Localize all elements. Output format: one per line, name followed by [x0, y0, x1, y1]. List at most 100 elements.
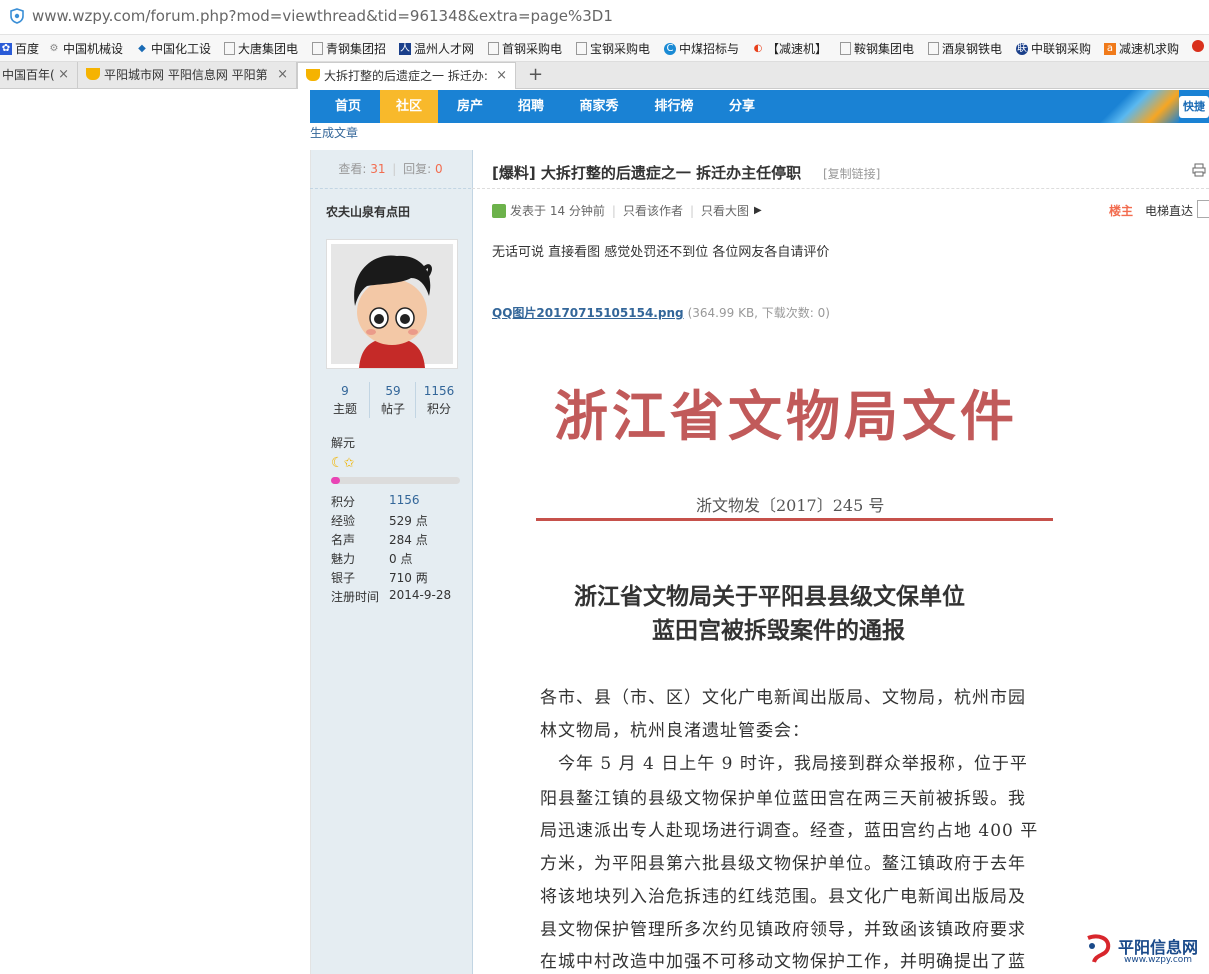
browser-tab[interactable]: 中国百年( ×	[0, 62, 78, 88]
attachment-meta: (364.99 KB, 下载次数: 0)	[687, 306, 830, 320]
bookmark-item[interactable]: 鞍钢集团电	[840, 40, 914, 57]
bookmark-item[interactable]: 人温州人才网	[399, 40, 474, 57]
attachment-link[interactable]: QQ图片20170715105154.png	[492, 306, 684, 320]
site-logo-icon: 人	[399, 42, 411, 55]
swirl-logo-icon: ◐	[753, 42, 763, 54]
security-shield-icon	[10, 8, 24, 24]
attr-label: 名声	[331, 533, 356, 547]
bookmark-item[interactable]: 首钢采购电	[488, 40, 562, 57]
bookmark-item[interactable]: C 中煤招标与	[664, 40, 739, 57]
doc-paragraph-line: 各市、县（市、区）文化广电新闻出版局、文物局，杭州市园	[540, 688, 1026, 708]
browser-tab[interactable]: 平阳城市网 平阳信息网 平阳第 ×	[78, 62, 297, 88]
doc-number: 浙文物发〔2017〕245 号	[696, 496, 885, 515]
address-bar[interactable]: www.wzpy.com/forum.php?mod=viewthread&ti…	[0, 0, 1209, 35]
online-user-icon	[492, 203, 506, 218]
rank-icons: ☾✩	[331, 455, 365, 471]
attr-value: 529 点	[389, 514, 428, 528]
floor-label: 楼主	[1109, 204, 1134, 218]
thread-stats: 查看: 31 | 回复: 0	[310, 150, 471, 189]
elevator-label: 电梯直达	[1145, 204, 1194, 218]
trophy-icon	[306, 69, 320, 81]
bookmark-item[interactable]: 青钢集团招	[312, 40, 386, 57]
diamond-icon: ◆	[138, 42, 146, 54]
nav-item-property[interactable]: 房产	[441, 90, 499, 123]
post-time: 发表于 14 分钟前	[510, 204, 605, 218]
author-name[interactable]: 农夫山泉有点田	[326, 203, 410, 220]
browser-tab-active[interactable]: 大拆打整的后遗症之一 拆迁办: ×	[297, 62, 516, 89]
doc-header: 浙江省文物局文件	[554, 384, 1018, 448]
watermark-site: www.wzpy.com	[1124, 955, 1193, 965]
doc-paragraph-line: 将该地块列入治危拆违的红线范围。县文化广电新闻出版局及	[540, 887, 1026, 907]
doc-paragraph-line: 局迅速派出专人赴现场进行调查。经查，蓝田宫约占地 400 平	[540, 821, 1039, 841]
counter-credits[interactable]: 1156 积分	[415, 382, 462, 418]
doc-heading-line: 蓝田宫被拆毁案件的通报	[652, 617, 905, 644]
copy-link-button[interactable]: [复制链接]	[823, 165, 880, 182]
nav-item-jobs[interactable]: 招聘	[502, 90, 560, 123]
doc-paragraph-line: 阳县鳌江镇的县级文物保护单位蓝田宫在两三天前被拆毁。我	[540, 789, 1026, 809]
elevator-input[interactable]	[1197, 200, 1209, 218]
counter-topics[interactable]: 9 主题	[322, 382, 368, 418]
nav-decoration	[1089, 90, 1179, 123]
page-icon	[312, 42, 323, 55]
counter-posts[interactable]: 59 帖子	[369, 382, 416, 418]
forum-nav: 首页 社区 房产 招聘 商家秀 排行榜 分享 快捷	[310, 90, 1209, 123]
thread-title: [爆料] 大拆打整的后遗症之一 拆迁办主任停职	[492, 164, 802, 182]
breadcrumb[interactable]: 生成文章	[310, 124, 358, 141]
bookmark-item[interactable]: 宝钢采购电	[576, 40, 650, 57]
doc-paragraph-line: 林文物局，杭州良渚遗址管委会：	[540, 721, 810, 741]
doc-red-rule	[536, 518, 1053, 521]
bookmarks-bar: ✿ 百度 ⚙ 中国机械设 ◆ 中国化工设 大唐集团电 青钢集团招 人温州人才网 首钢采…	[0, 35, 1209, 62]
page-icon	[488, 42, 499, 55]
nav-item-share[interactable]: 分享	[713, 90, 771, 123]
attachment: QQ图片20170715105154.png (364.99 KB, 下载次数: …	[492, 304, 830, 321]
red-dot-icon	[1192, 40, 1204, 52]
close-icon[interactable]: ×	[277, 62, 288, 88]
bookmark-item[interactable]: ◆ 中国化工设	[136, 40, 211, 57]
nav-item-merchants[interactable]: 商家秀	[563, 90, 635, 123]
view-count: 31	[370, 162, 386, 176]
nav-item-ranking[interactable]: 排行榜	[638, 90, 710, 123]
nav-item-community[interactable]: 社区	[380, 90, 438, 123]
bookmark-item[interactable]: 大唐集团电	[224, 40, 298, 57]
doc-paragraph-line: 方米，为平阳县第六批县级文物保护单位。鳌江镇政府于去年	[540, 854, 1026, 874]
attr-value: 2014-9-28	[389, 588, 452, 602]
bookmark-item[interactable]	[1192, 40, 1204, 52]
quick-nav-button[interactable]: 快捷	[1179, 96, 1209, 118]
only-image-link[interactable]: 只看大图	[701, 202, 749, 219]
reply-count: 0	[435, 162, 443, 176]
post-info: 发表于 14 分钟前 | 只看该作者 | 只看大图 ▶	[492, 202, 762, 219]
star-icon: ✩	[343, 456, 355, 471]
doc-paragraph-line: 在城中村改造中加强不可移动文物保护工作，并明确提出了蓝	[540, 952, 1026, 972]
attr-value: 0 点	[389, 552, 413, 566]
new-tab-button[interactable]: +	[528, 64, 543, 85]
attr-value[interactable]: 1156	[389, 493, 420, 507]
bookmark-item[interactable]: ✿ 百度	[0, 40, 39, 57]
tab-bar: 中国百年( × 平阳城市网 平阳信息网 平阳第 × 大拆打整的后遗症之一 拆迁办…	[0, 62, 1209, 89]
page-icon	[576, 42, 587, 55]
attr-label: 经验	[331, 514, 356, 528]
bookmark-item[interactable]: 联中联钢采购	[1016, 40, 1091, 57]
bookmark-item[interactable]: ⚙ 中国机械设	[48, 40, 124, 57]
close-icon[interactable]: ×	[496, 63, 507, 89]
bookmark-item[interactable]: ◐ 【减速机】	[752, 40, 827, 57]
gear-icon: ⚙	[49, 42, 59, 54]
attr-label: 注册时间	[331, 590, 380, 604]
attr-label: 银子	[331, 571, 356, 585]
paw-icon: ✿	[0, 42, 12, 55]
attr-label: 积分	[331, 495, 356, 509]
page-icon	[928, 42, 939, 55]
level-progress-track	[331, 477, 460, 484]
avatar[interactable]	[326, 239, 458, 369]
nav-item-home[interactable]: 首页	[319, 90, 377, 123]
author-counters: 9 主题 59 帖子 1156 积分	[322, 382, 462, 418]
url-text[interactable]: www.wzpy.com/forum.php?mod=viewthread&ti…	[32, 7, 613, 25]
bookmark-item[interactable]: a 减速机求购	[1104, 40, 1179, 57]
steel-logo-icon: 联	[1016, 42, 1028, 55]
close-icon[interactable]: ×	[58, 62, 69, 88]
level-progress-fill	[331, 477, 340, 484]
only-author-link[interactable]: 只看该作者	[623, 202, 683, 219]
doc-paragraph-line: 今年 5 月 4 日上午 9 时许，我局接到群众举报称，位于平	[540, 754, 1028, 774]
bookmark-item[interactable]: 酒泉钢铁电	[928, 40, 1002, 57]
user-rank[interactable]: 解元	[331, 434, 355, 451]
print-icon[interactable]	[1192, 163, 1206, 177]
